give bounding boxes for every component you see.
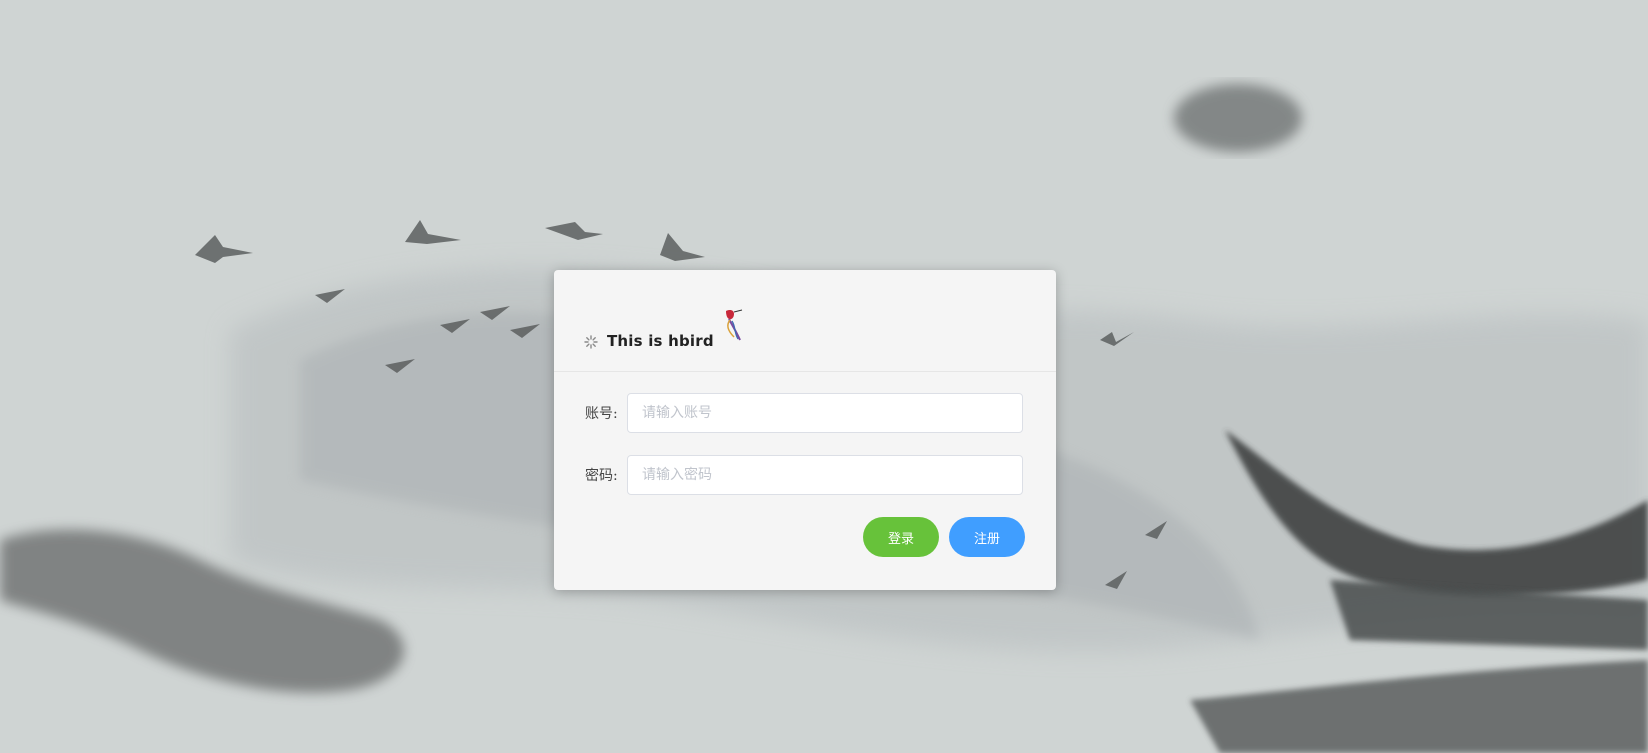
pagoda-roof-lower	[1190, 660, 1648, 753]
account-row: 账号:	[554, 393, 1056, 433]
ink-cloud-top	[1174, 84, 1302, 152]
password-label: 密码:	[585, 468, 618, 484]
login-button[interactable]: 登录	[863, 517, 939, 557]
register-button[interactable]: 注册	[949, 517, 1025, 557]
hummingbird-logo	[726, 309, 743, 341]
password-row: 密码:	[554, 455, 1056, 495]
password-input[interactable]	[627, 455, 1023, 495]
loading-icon	[584, 335, 598, 349]
page-title: This is hbird	[607, 332, 714, 350]
card-header: This is hbird	[554, 270, 1056, 372]
account-label: 账号:	[585, 406, 618, 422]
login-card: This is hbird 账号: 密码: 登录 注册	[554, 270, 1056, 590]
account-input[interactable]	[627, 393, 1023, 433]
